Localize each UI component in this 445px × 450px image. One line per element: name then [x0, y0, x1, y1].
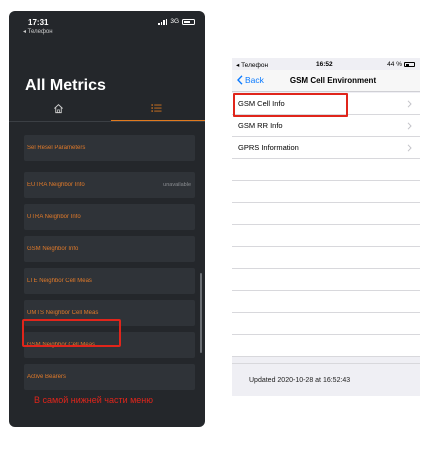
status-time: 17:31: [28, 18, 49, 27]
metric-item-value: unavailable: [163, 182, 191, 188]
back-to-app-link[interactable]: ◂ Телефон: [23, 28, 53, 35]
empty-row: [232, 159, 420, 181]
home-icon: [53, 103, 63, 113]
back-to-app-link[interactable]: ◂ Телефон: [236, 61, 268, 69]
metric-item-sel-resel-parameters[interactable]: Sel Resel Parameters: [24, 135, 195, 161]
empty-row: [232, 335, 420, 357]
settings-list: GSM Cell Info GSM RR Info GPRS Informati…: [232, 93, 420, 357]
empty-row: [232, 203, 420, 225]
metric-item-label: Sel Resel Parameters: [27, 145, 86, 151]
metric-item-label: UMTS Neighbor Cell Meas: [27, 310, 99, 316]
annotation-note: В самой нижней части меню: [34, 395, 154, 405]
tab-home[interactable]: [9, 95, 107, 121]
battery-icon: [404, 62, 415, 67]
signal-icon: [158, 18, 168, 25]
metric-item-label: EUTRA Neighbor Info: [27, 182, 85, 188]
scrollbar[interactable]: [200, 273, 202, 353]
list-item-gprs-information[interactable]: GPRS Information: [232, 137, 420, 159]
status-indicators: 3G: [158, 18, 195, 25]
chevron-right-icon: [407, 100, 412, 108]
status-bar: ◂ Телефон 16:52 44 %: [232, 58, 420, 70]
metric-item-active-bearers[interactable]: Active Bearers: [24, 364, 195, 390]
empty-row: [232, 269, 420, 291]
metric-item-label: GSM Neighbor Info: [27, 246, 79, 252]
list-item-gsm-rr-info[interactable]: GSM RR Info: [232, 115, 420, 137]
empty-row: [232, 313, 420, 335]
navigation-bar: Back GSM Cell Environment: [232, 70, 420, 92]
tab-bar: [9, 95, 205, 122]
metric-item-eutra-neighbor-info[interactable]: EUTRA Neighbor Info unavailable: [24, 172, 195, 198]
metric-item-gsm-neighbor-info[interactable]: GSM Neighbor Info: [24, 236, 195, 262]
last-updated-text: Updated 2020-10-28 at 16:52:43: [232, 363, 420, 396]
highlight-box: [233, 93, 348, 117]
list-item-label: GPRS Information: [238, 143, 299, 152]
tab-list[interactable]: [107, 95, 205, 121]
status-time: 16:52: [316, 61, 333, 68]
metric-item-lte-neighbor-cell-meas[interactable]: LTE Neighbor Cell Meas: [24, 268, 195, 294]
page-title: All Metrics: [25, 77, 106, 94]
metric-item-utra-neighbor-info[interactable]: UTRA Neighbor Info: [24, 204, 195, 230]
highlight-box: [22, 319, 121, 347]
status-bar: 17:31 ◂ Телефон 3G: [9, 11, 205, 41]
chevron-right-icon: [407, 144, 412, 152]
status-indicators: 44 %: [387, 61, 415, 68]
battery-icon: [182, 18, 195, 25]
page-title: GSM Cell Environment: [289, 76, 377, 85]
list-icon: [150, 104, 162, 112]
left-phone-screen: 17:31 ◂ Телефон 3G All Metrics Sel Resel…: [9, 11, 205, 427]
battery-level: 44 %: [387, 61, 402, 68]
list-item-label: GSM RR Info: [238, 121, 283, 130]
empty-row: [232, 247, 420, 269]
metric-item-label: UTRA Neighbor Info: [27, 214, 81, 220]
chevron-right-icon: [407, 122, 412, 130]
metric-item-label: Active Bearers: [27, 374, 67, 380]
empty-row: [232, 225, 420, 247]
empty-row: [232, 291, 420, 313]
empty-row: [232, 181, 420, 203]
network-type: 3G: [170, 18, 179, 25]
metric-item-label: LTE Neighbor Cell Meas: [27, 278, 92, 284]
divider: [9, 121, 205, 122]
